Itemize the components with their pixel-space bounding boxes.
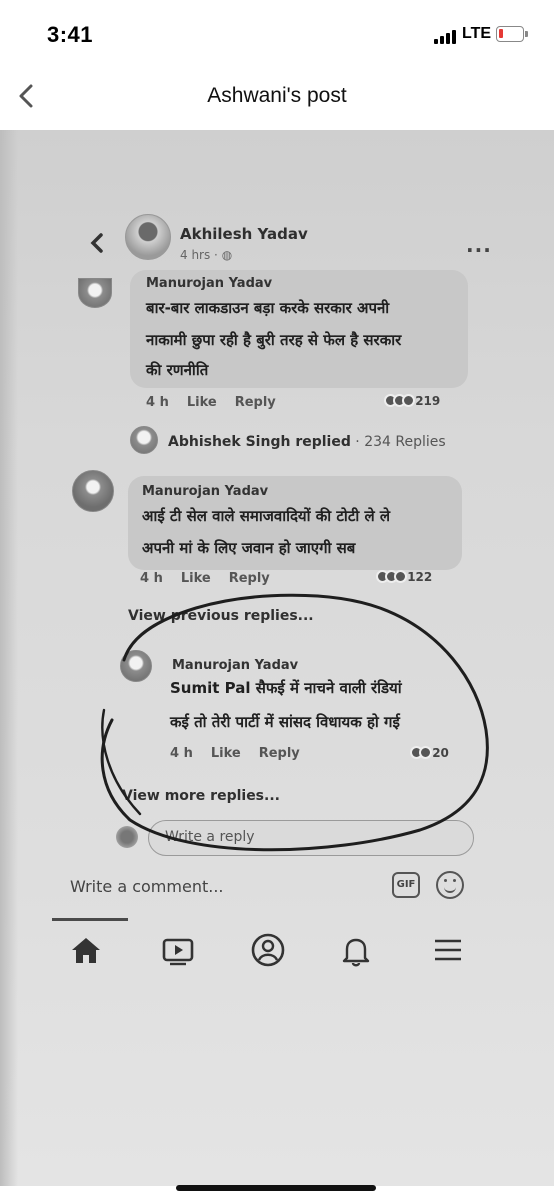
home-indicator	[176, 1185, 376, 1191]
status-time: 3:41	[47, 22, 94, 47]
nav-header: Ashwani's post	[0, 62, 554, 130]
profile-icon[interactable]	[248, 930, 288, 970]
signal-icon	[434, 28, 460, 44]
comment-input[interactable]: Write a comment...	[70, 877, 224, 896]
photo-content: Akhilesh Yadav 4 hrs · ◍ ··· Manurojan Y…	[0, 130, 554, 1186]
page-title: Ashwani's post	[207, 84, 347, 107]
network-label: LTE	[462, 25, 492, 42]
bell-icon[interactable]	[336, 930, 376, 970]
home-icon[interactable]	[66, 930, 106, 970]
emoji-icon[interactable]	[436, 871, 464, 899]
active-tab-indicator	[52, 918, 128, 921]
battery-icon	[496, 26, 528, 42]
status-bar: 3:41 LTE	[0, 0, 554, 62]
video-icon[interactable]	[158, 930, 198, 970]
hand-drawn-circle	[100, 593, 489, 852]
post-photo[interactable]: Akhilesh Yadav 4 hrs · ◍ ··· Manurojan Y…	[0, 130, 554, 1186]
menu-icon[interactable]	[428, 930, 468, 970]
gif-button[interactable]: GIF	[392, 872, 420, 898]
